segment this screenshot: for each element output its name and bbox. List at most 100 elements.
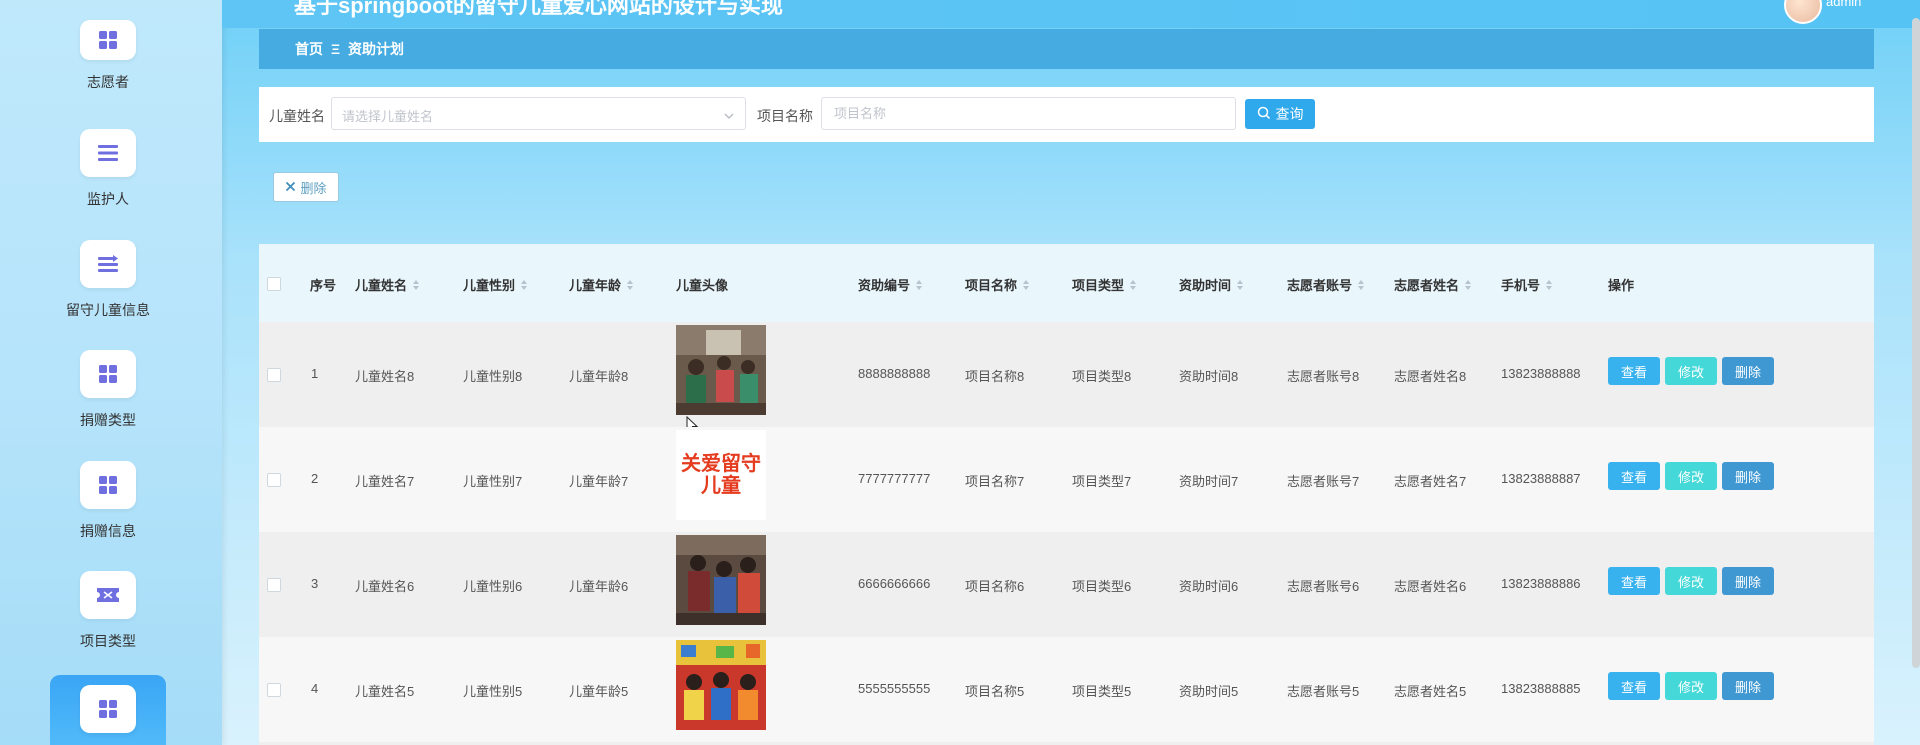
- row-checkbox[interactable]: [267, 683, 281, 697]
- select-all-checkbox[interactable]: [267, 277, 281, 291]
- row-checkbox[interactable]: [267, 473, 281, 487]
- column-header-sortable[interactable]: 志愿者姓名: [1394, 275, 1472, 294]
- edit-button[interactable]: 修改: [1665, 462, 1717, 490]
- column-header: 操作: [1608, 278, 1635, 293]
- column-header-sortable[interactable]: 志愿者账号: [1287, 275, 1365, 294]
- sidebar-item-label: 捐赠信息: [80, 523, 136, 539]
- delete-button[interactable]: 删除: [1722, 357, 1774, 385]
- view-button[interactable]: 查看: [1608, 357, 1660, 385]
- sidebar-item-label: 捐赠类型: [80, 412, 136, 428]
- child-avatar-image[interactable]: 关爱留守儿童: [676, 430, 766, 520]
- cell-volunteer-account: 志愿者账号5: [1287, 684, 1360, 699]
- cell-sponsor-no: 8888888888: [858, 366, 931, 381]
- sidebar-item-label: 志愿者: [87, 74, 129, 90]
- top-header: 基于springboot的留守儿童爱心网站的设计与实现 admin: [222, 0, 1920, 28]
- batch-delete-label: 删除: [300, 180, 327, 196]
- cell-volunteer-name: 志愿者姓名8: [1394, 369, 1467, 384]
- batch-delete-button[interactable]: 删除: [273, 172, 339, 202]
- cell-project-name: 项目名称6: [965, 579, 1025, 594]
- sidebar-item-sponsor-plan[interactable]: [0, 675, 216, 745]
- column-header-sortable[interactable]: 儿童姓名: [355, 275, 420, 294]
- cell-child-name: 儿童姓名8: [355, 369, 415, 384]
- cell-child-name: 儿童姓名7: [355, 474, 415, 489]
- delete-button[interactable]: 删除: [1722, 462, 1774, 490]
- delete-button[interactable]: 删除: [1722, 567, 1774, 595]
- grid-icon: [80, 20, 136, 60]
- child-avatar-image[interactable]: [676, 325, 766, 415]
- delete-button[interactable]: 删除: [1722, 672, 1774, 700]
- cell-child-gender: 儿童性别7: [463, 474, 523, 489]
- data-table: 序号 儿童姓名 儿童性别 儿童年龄 儿童头像 资助编号 项目名称 项目类型 资助…: [259, 244, 1874, 745]
- sort-icon[interactable]: [1465, 279, 1472, 290]
- cell-project-name: 项目名称8: [965, 369, 1025, 384]
- close-icon: [285, 180, 296, 195]
- cell-sponsor-no: 7777777777: [858, 471, 931, 486]
- child-name-label: 儿童姓名: [269, 108, 325, 124]
- column-header-sortable[interactable]: 资助时间: [1179, 275, 1244, 294]
- sidebar-item-donation-type[interactable]: 捐赠类型: [0, 350, 216, 430]
- table-header: 序号 儿童姓名 儿童性别 儿童年龄 儿童头像 资助编号 项目名称 项目类型 资助…: [259, 244, 1874, 322]
- cell-child-age: 儿童年龄5: [569, 684, 629, 699]
- sidebar-item-children[interactable]: 留守儿童信息: [0, 240, 216, 320]
- cell-index: 2: [311, 471, 319, 486]
- column-header-sortable[interactable]: 儿童性别: [463, 275, 528, 294]
- sidebar-item-donation-info[interactable]: 捐赠信息: [0, 461, 216, 541]
- chevron-down-icon: [723, 108, 735, 126]
- cell-sponsor-time: 资助时间5: [1179, 684, 1239, 699]
- view-button[interactable]: 查看: [1608, 672, 1660, 700]
- sort-icon[interactable]: [627, 279, 634, 290]
- child-name-placeholder: 请选择儿童姓名: [342, 109, 434, 124]
- view-button[interactable]: 查看: [1608, 567, 1660, 595]
- cell-index: 3: [311, 576, 319, 591]
- grid-icon: [80, 685, 136, 733]
- project-name-input[interactable]: [821, 97, 1236, 130]
- column-header-sortable[interactable]: 项目名称: [965, 275, 1030, 294]
- cell-child-age: 儿童年龄8: [569, 369, 629, 384]
- child-avatar-image[interactable]: [676, 535, 766, 625]
- username[interactable]: admin: [1826, 0, 1861, 9]
- edit-button[interactable]: 修改: [1665, 567, 1717, 595]
- ticket-icon: [80, 571, 136, 619]
- row-checkbox[interactable]: [267, 578, 281, 592]
- cell-sponsor-time: 资助时间8: [1179, 369, 1239, 384]
- site-title: 基于springboot的留守儿童爱心网站的设计与实现: [294, 0, 783, 18]
- child-name-select[interactable]: 请选择儿童姓名: [331, 97, 746, 130]
- table-row: 3 儿童姓名6 儿童性别6 儿童年龄6 6666666666 项目名称6 项目类…: [259, 532, 1874, 637]
- view-button[interactable]: 查看: [1608, 462, 1660, 490]
- transfer-icon: [80, 240, 136, 288]
- sort-icon[interactable]: [1023, 279, 1030, 290]
- child-avatar-image[interactable]: [676, 640, 766, 730]
- cell-sponsor-no: 6666666666: [858, 576, 931, 591]
- sort-icon[interactable]: [1358, 279, 1365, 290]
- vertical-scrollbar[interactable]: [1912, 18, 1920, 668]
- cell-child-name: 儿童姓名6: [355, 579, 415, 594]
- sort-icon[interactable]: [1546, 279, 1553, 290]
- column-header-sortable[interactable]: 手机号: [1501, 275, 1553, 294]
- sidebar-item-volunteer[interactable]: 志愿者: [0, 20, 216, 92]
- cell-phone: 13823888886: [1501, 576, 1581, 591]
- cell-project-type: 项目类型8: [1072, 369, 1132, 384]
- column-header-sortable[interactable]: 儿童年龄: [569, 275, 634, 294]
- search-icon: [1257, 106, 1271, 123]
- cell-volunteer-name: 志愿者姓名7: [1394, 474, 1467, 489]
- avatar[interactable]: [1784, 0, 1822, 24]
- sort-icon[interactable]: [413, 279, 420, 290]
- cell-project-type: 项目类型5: [1072, 684, 1132, 699]
- column-header-sortable[interactable]: 项目类型: [1072, 275, 1137, 294]
- sort-icon[interactable]: [916, 279, 923, 290]
- edit-button[interactable]: 修改: [1665, 672, 1717, 700]
- breadcrumb-current: 资助计划: [348, 41, 405, 57]
- edit-button[interactable]: 修改: [1665, 357, 1717, 385]
- sidebar-item-project-type[interactable]: 项目类型: [0, 571, 216, 651]
- sort-icon[interactable]: [521, 279, 528, 290]
- sidebar-item-guardian[interactable]: 监护人: [0, 129, 216, 209]
- list-icon: [80, 129, 136, 177]
- sort-icon[interactable]: [1237, 279, 1244, 290]
- row-checkbox[interactable]: [267, 368, 281, 382]
- breadcrumb-home[interactable]: 首页: [295, 39, 323, 59]
- search-bar: 儿童姓名 请选择儿童姓名 项目名称 查询: [259, 87, 1874, 142]
- sort-icon[interactable]: [1130, 279, 1137, 290]
- search-button[interactable]: 查询: [1245, 99, 1315, 129]
- column-header-sortable[interactable]: 资助编号: [858, 275, 923, 294]
- cell-volunteer-account: 志愿者账号7: [1287, 474, 1360, 489]
